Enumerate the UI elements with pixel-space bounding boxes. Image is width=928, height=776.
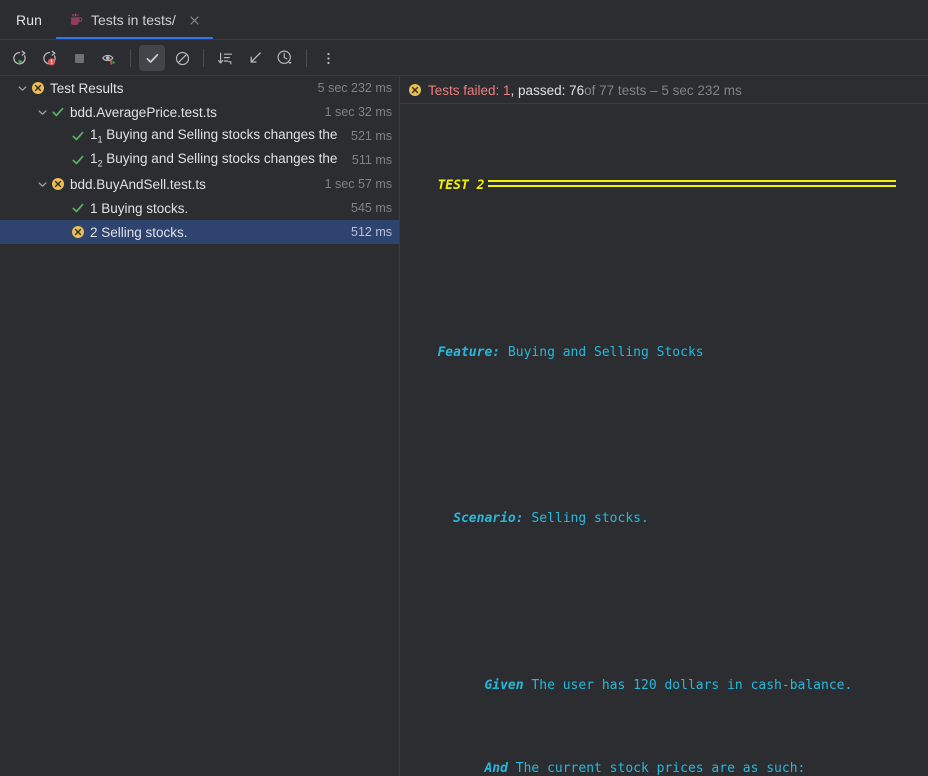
chevron-down-icon[interactable] [34,176,50,192]
tree-row-duration: 1 sec 32 ms [323,105,392,119]
passed-icon [70,152,86,168]
passed-icon [70,128,86,144]
summary-total-duration: of 77 tests – 5 sec 232 ms [584,82,742,98]
chevron-down-icon[interactable] [34,104,50,120]
toolbar-separator [306,49,307,67]
tree-row-duration: 5 sec 232 ms [316,81,392,95]
failed-icon [50,176,66,192]
tree-row-selling-stocks[interactable]: 2 Selling stocks. 512 ms [0,220,400,244]
test-history-button[interactable] [272,45,298,71]
tree-row-duration: 521 ms [350,129,392,143]
scenario-name: Selling stocks. [523,511,649,527]
rerun-failed-tests-button[interactable] [36,45,62,71]
sort-descending-icon [217,50,234,67]
collapse-all-button[interactable] [242,45,268,71]
main-split: Test Results 5 sec 232 ms bdd.AveragePri… [0,76,928,776]
test-summary-bar: Tests failed: 1 , passed: 76 of 77 tests… [400,76,928,104]
test-output-console: Tests failed: 1 , passed: 76 of 77 tests… [400,76,928,776]
show-ignored-button[interactable] [169,45,195,71]
run-tool-window: Run Tests in tests/ Test Results 5 sec 2… [0,0,928,776]
tree-row-buy-and-sell-test[interactable]: bdd.BuyAndSell.test.ts 1 sec 57 ms [0,172,400,196]
toggle-auto-test-button[interactable] [96,45,122,71]
rerun-icon [11,50,28,67]
step-given-line: Given The user has 120 dollars in cash-b… [400,676,928,697]
kebab-menu-icon [320,50,337,67]
summary-passed-count: , passed: 76 [510,82,585,98]
more-options-button[interactable] [315,45,341,71]
tree-row-duration: 1 sec 57 ms [323,177,392,191]
tab-label: Tests in tests/ [90,12,176,28]
scenario-line: Scenario: Selling stocks. [400,509,928,530]
passed-icon [50,104,66,120]
feature-name: Buying and Selling Stocks [500,344,704,360]
tree-row-label: 2 Selling stocks. [90,224,188,240]
tool-window-titlebar: Run Tests in tests/ [0,0,928,40]
close-icon[interactable] [187,12,203,28]
eye-auto-test-icon [101,50,118,67]
tree-row-duration: 511 ms [350,153,392,167]
ignored-icon [174,50,191,67]
rerun-button[interactable] [6,45,32,71]
step-and-prices-line: And The current stock prices are as such… [400,759,928,776]
stop-icon [71,50,88,67]
tree-row-label: 1 Buying stocks. [90,200,189,216]
step-keyword: And [484,760,508,776]
summary-failed-count: Tests failed: 1 [428,82,511,98]
test-banner-label: TEST 2 [437,178,485,194]
feature-keyword: Feature: [437,344,501,360]
tree-row-test-results[interactable]: Test Results 5 sec 232 ms [0,76,400,100]
chevron-down-icon[interactable] [14,80,30,96]
sort-by-duration-button[interactable] [212,45,238,71]
tree-row-label: 12 Buying and Selling stocks changes the [90,151,338,169]
tree-row-label: Test Results [50,80,124,96]
tree-row-duration: 512 ms [350,225,392,239]
tree-row-buying-stocks[interactable]: 1 Buying stocks. 545 ms [0,196,400,220]
tree-row-label: bdd.AveragePrice.test.ts [70,104,217,120]
scenario-keyword: Scenario: [453,511,524,527]
step-text: The user has 120 dollars in cash-balance… [523,677,853,693]
checkmark-icon [144,50,161,67]
test-results-tree[interactable]: Test Results 5 sec 232 ms bdd.AveragePri… [0,76,400,776]
failed-icon [30,80,46,96]
step-keyword: Given [484,677,524,693]
banner-rule [488,180,897,188]
tab-tests-in-tests[interactable]: Tests in tests/ [55,0,213,40]
clock-history-icon [276,49,294,67]
rerun-failed-icon [41,50,58,67]
toolbar-separator [130,49,131,67]
tool-window-title: Run [16,12,42,28]
tree-row-average-price-test[interactable]: bdd.AveragePrice.test.ts 1 sec 32 ms [0,100,400,124]
show-passed-button[interactable] [139,45,165,71]
failed-icon [70,224,86,240]
failed-icon [408,83,422,97]
tree-row-label: bdd.BuyAndSell.test.ts [70,176,206,192]
jest-icon [68,12,84,28]
collapse-arrow-icon [247,50,264,67]
tree-row-label: 11 Buying and Selling stocks changes the [90,127,338,145]
step-text: The current stock prices are as such: [507,760,806,776]
console-text[interactable]: TEST 2 Feature: Buying and Selling Stock… [400,104,928,776]
tree-row-duration: 545 ms [350,201,392,215]
feature-line: Feature: Buying and Selling Stocks [400,343,928,364]
test-banner-line: TEST 2 [400,176,928,197]
tree-row-average-price-case-2[interactable]: 12 Buying and Selling stocks changes the… [0,148,400,172]
run-toolbar [0,40,928,76]
tree-row-average-price-case-1[interactable]: 11 Buying and Selling stocks changes the… [0,124,400,148]
toolbar-separator [203,49,204,67]
stop-button[interactable] [66,45,92,71]
passed-icon [70,200,86,216]
